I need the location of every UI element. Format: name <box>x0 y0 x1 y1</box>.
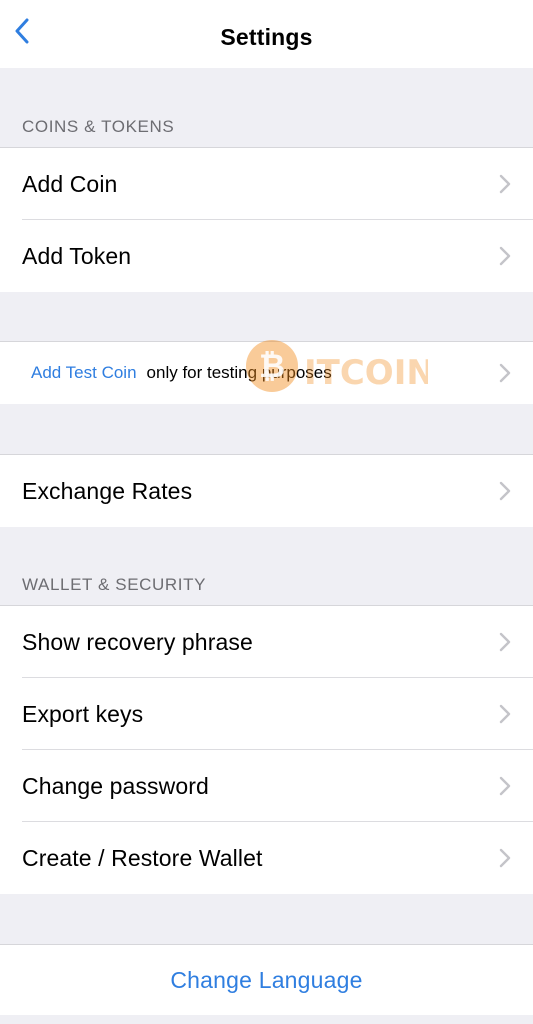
section-header-coins-tokens: COINS & TOKENS <box>22 117 175 136</box>
create-restore-wallet-label: Create / Restore Wallet <box>22 844 263 871</box>
show-recovery-phrase-label: Show recovery phrase <box>22 628 253 655</box>
settings-screen: Settings COINS & TOKENS Add Coin Add Tok… <box>0 0 533 1024</box>
chevron-right-icon <box>499 481 511 501</box>
exchange-rates-row[interactable]: Exchange Rates <box>0 455 533 527</box>
change-password-row[interactable]: Change password <box>0 750 533 822</box>
change-language-label: Change Language <box>170 966 363 993</box>
add-test-coin-row[interactable]: Add Test Coin only for testing purposes <box>0 342 533 404</box>
add-test-coin-link[interactable]: Add Test Coin <box>31 363 137 383</box>
create-restore-wallet-row[interactable]: Create / Restore Wallet <box>0 822 533 894</box>
chevron-right-icon <box>499 776 511 796</box>
add-token-row[interactable]: Add Token <box>0 220 533 292</box>
section-header-wallet-security: WALLET & SECURITY <box>22 575 207 594</box>
add-token-label: Add Token <box>22 242 132 269</box>
chevron-right-icon <box>499 363 511 383</box>
add-coin-label: Add Coin <box>22 170 118 197</box>
add-coin-row[interactable]: Add Coin <box>0 148 533 220</box>
export-keys-row[interactable]: Export keys <box>0 678 533 750</box>
navigation-bar: Settings <box>0 0 533 68</box>
show-recovery-phrase-row[interactable]: Show recovery phrase <box>0 606 533 678</box>
chevron-right-icon <box>499 174 511 194</box>
exchange-rates-label: Exchange Rates <box>22 477 193 504</box>
chevron-right-icon <box>499 848 511 868</box>
change-password-label: Change password <box>22 772 209 799</box>
page-title: Settings <box>220 24 313 50</box>
export-keys-label: Export keys <box>22 700 144 727</box>
chevron-right-icon <box>499 704 511 724</box>
chevron-right-icon <box>499 246 511 266</box>
chevron-right-icon <box>499 632 511 652</box>
testing-purposes-text: only for testing purposes <box>146 363 332 382</box>
change-language-row[interactable]: Change Language <box>0 945 533 1015</box>
